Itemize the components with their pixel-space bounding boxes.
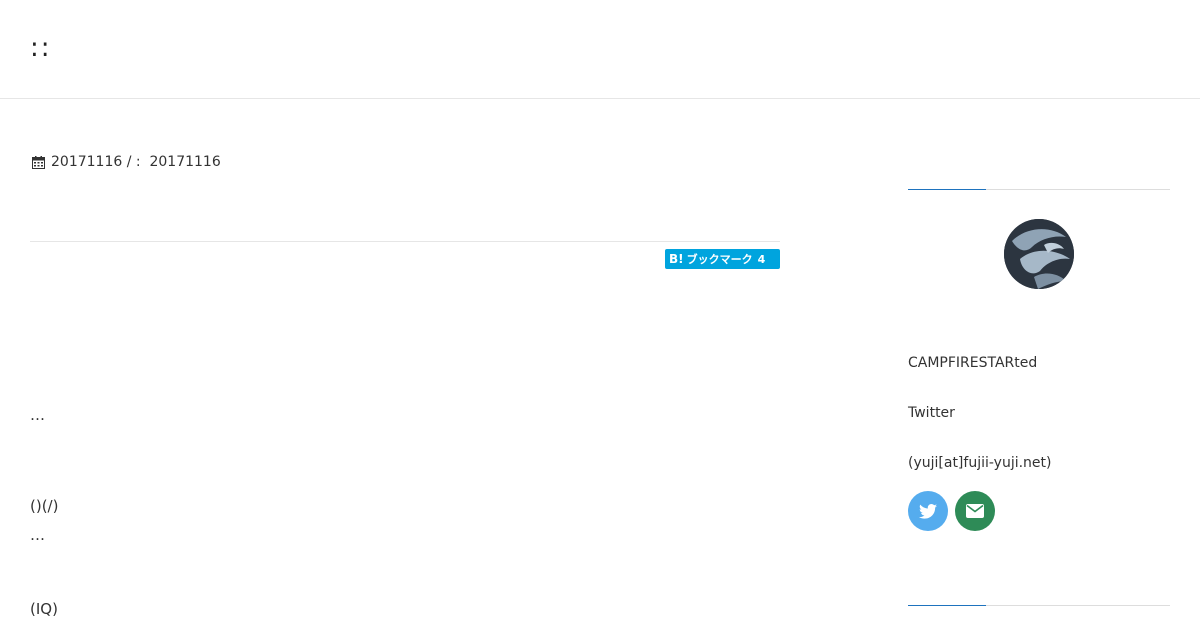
post-text-line: (IQ) — [30, 600, 58, 618]
twitter-button[interactable] — [908, 491, 948, 531]
contact-email: (yuji[at]fujii-yuji.net) — [908, 455, 1052, 471]
post-date: 20171116 / : 20171116 — [51, 154, 221, 170]
site-header: :: — [0, 0, 1200, 99]
profile-name: CAMPFIRESTARted — [908, 355, 1038, 371]
calendar-icon — [32, 155, 45, 169]
email-button[interactable] — [955, 491, 995, 531]
post-text-line: … — [30, 406, 45, 424]
avatar — [1004, 219, 1074, 289]
post-text-line: ()(/) — [30, 497, 59, 515]
hatena-bookmark-button[interactable]: B! ブックマーク 4 — [665, 249, 780, 269]
sidebar-widget-divider — [908, 605, 1170, 606]
content-divider — [30, 241, 780, 242]
hatena-bookmark-count: 4 — [757, 252, 766, 266]
post-text-line: … — [30, 526, 45, 544]
twitter-icon — [919, 503, 937, 519]
twitter-label: Twitter — [908, 405, 955, 421]
widget-title-accent — [908, 605, 986, 606]
avatar-image — [1004, 219, 1074, 289]
hatena-bookmark-icon: B! — [669, 252, 684, 266]
site-title[interactable]: :: — [30, 33, 52, 63]
envelope-icon — [966, 504, 984, 518]
post-meta: 20171116 / : 20171116 — [32, 154, 221, 170]
hatena-bookmark-label: ブックマーク — [686, 253, 753, 266]
sidebar-widget-divider — [908, 189, 1170, 190]
widget-title-accent — [908, 189, 986, 190]
